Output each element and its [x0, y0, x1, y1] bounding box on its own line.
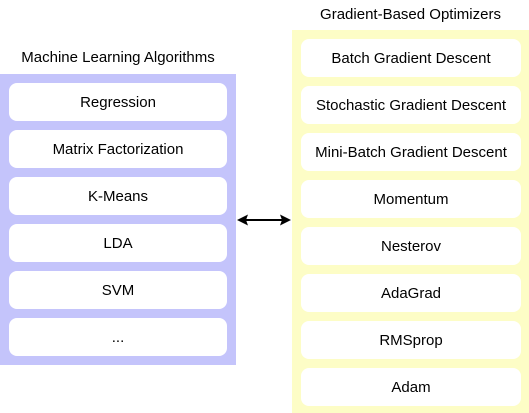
- optimizer-box-momentum: Momentum: [301, 180, 521, 218]
- bidirectional-arrow-icon: [237, 214, 291, 226]
- optimizer-box-rmsprop: RMSprop: [301, 321, 521, 359]
- optimizers-title: Gradient-Based Optimizers: [320, 6, 501, 23]
- algorithm-box-kmeans: K-Means: [9, 177, 227, 215]
- optimizer-box-adagrad: AdaGrad: [301, 274, 521, 312]
- ml-algorithms-title: Machine Learning Algorithms: [21, 49, 215, 66]
- optimizer-box-minibatch-gd: Mini-Batch Gradient Descent: [301, 133, 521, 171]
- optimizers-panel: Batch Gradient Descent Stochastic Gradie…: [292, 30, 529, 413]
- algorithm-box-more: ...: [9, 318, 227, 356]
- algorithm-box-matrix-factorization: Matrix Factorization: [9, 130, 227, 168]
- optimizer-box-nesterov: Nesterov: [301, 227, 521, 265]
- optimizer-box-sgd: Stochastic Gradient Descent: [301, 86, 521, 124]
- algorithm-box-regression: Regression: [9, 83, 227, 121]
- optimizer-box-batch-gd: Batch Gradient Descent: [301, 39, 521, 77]
- optimizer-box-adam: Adam: [301, 368, 521, 406]
- ml-algorithms-panel: Regression Matrix Factorization K-Means …: [0, 74, 236, 365]
- algorithm-box-lda: LDA: [9, 224, 227, 262]
- algorithm-box-svm: SVM: [9, 271, 227, 309]
